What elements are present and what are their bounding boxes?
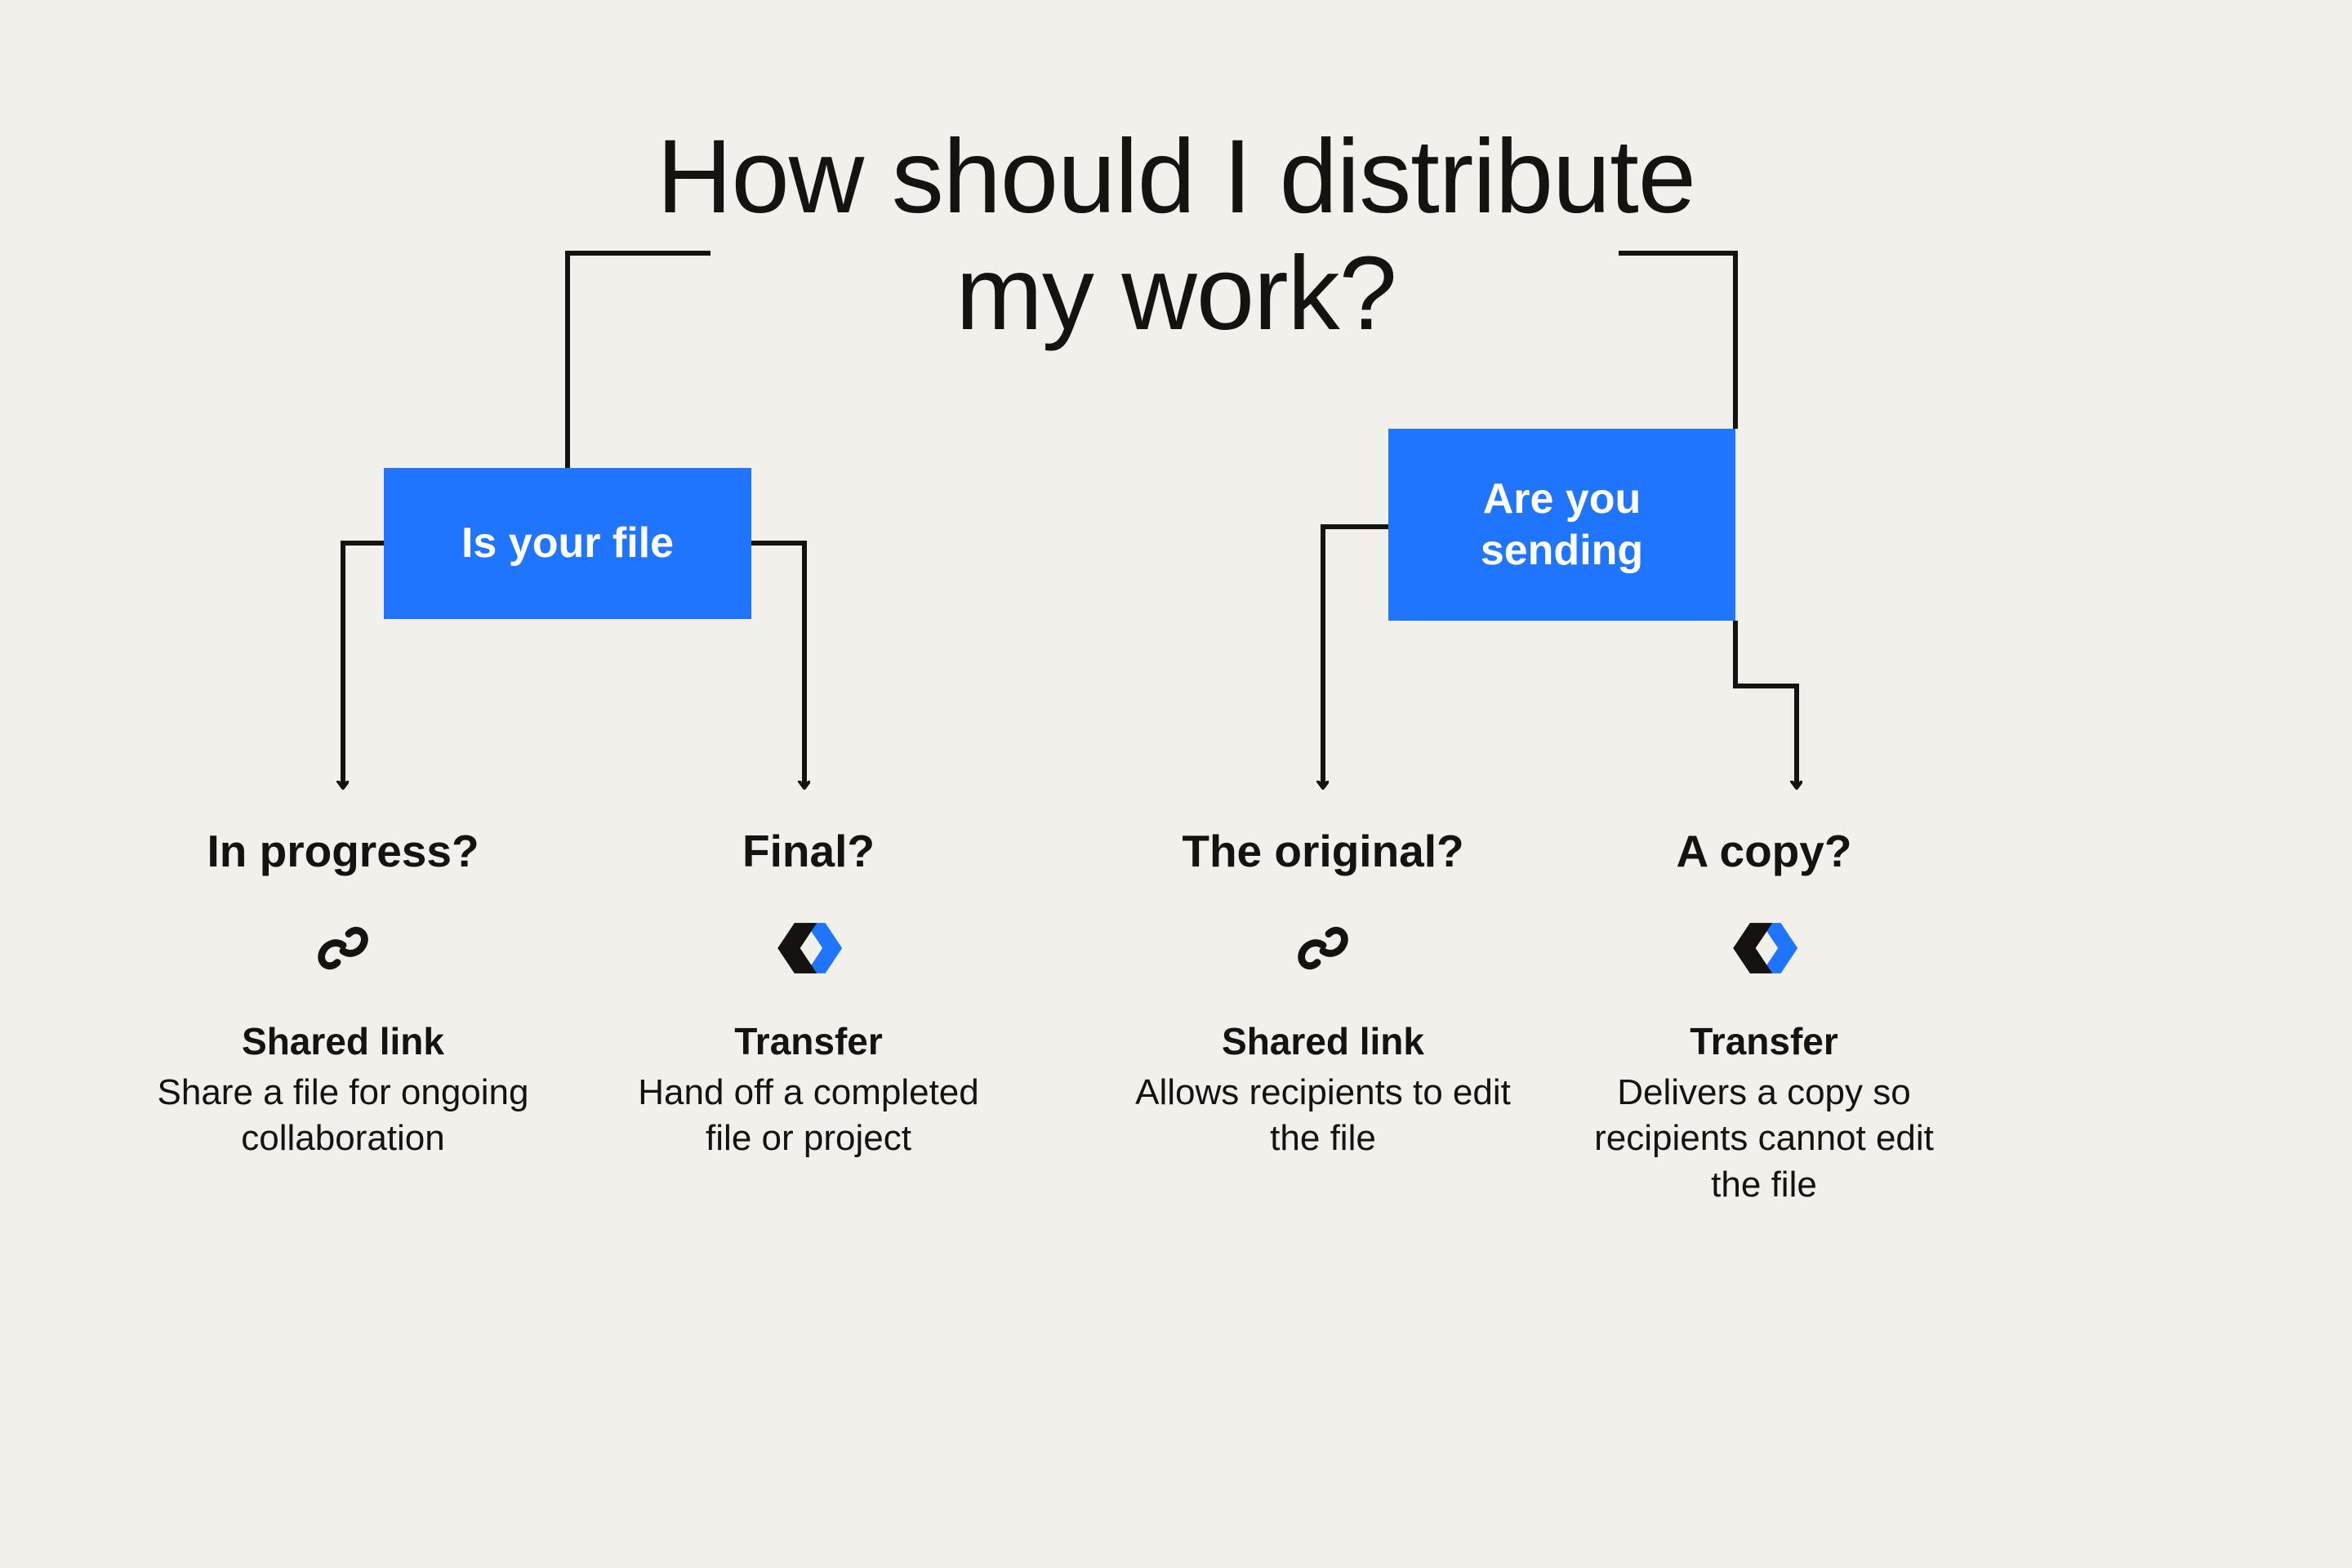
option-a-copy: A copy? Transfer Delivers a copy so reci…: [1576, 825, 1952, 1208]
option-desc: Allows recipients to edit the file: [1135, 1070, 1511, 1162]
option-the-original: The original? Shared link Allows recipie…: [1135, 825, 1511, 1162]
option-question: A copy?: [1576, 825, 1952, 877]
option-question: In progress?: [155, 825, 531, 877]
option-name: Transfer: [1576, 1019, 1952, 1063]
option-desc: Share a file for ongoing collaboration: [155, 1070, 531, 1162]
option-name: Shared link: [155, 1019, 531, 1063]
diagram-canvas: How should I distribute my work? Is your…: [0, 0, 2352, 1568]
option-question: Final?: [621, 825, 996, 877]
option-desc: Delivers a copy so recipients cannot edi…: [1576, 1070, 1952, 1208]
diagram-title: How should I distribute my work?: [604, 118, 1748, 353]
option-name: Transfer: [621, 1019, 996, 1063]
option-final: Final? Transfer Hand off a completed fil…: [621, 825, 996, 1162]
decision-are-you-sending: Are you sending: [1388, 429, 1735, 621]
option-name: Shared link: [1135, 1019, 1511, 1063]
decision-is-your-file: Is your file: [384, 468, 751, 619]
option-in-progress: In progress? Shared link Share a file fo…: [155, 825, 531, 1162]
link-icon: [1135, 911, 1511, 985]
option-question: The original?: [1135, 825, 1511, 877]
link-icon: [155, 911, 531, 985]
transfer-icon: [621, 911, 996, 985]
transfer-icon: [1576, 911, 1952, 985]
option-desc: Hand off a completed file or project: [621, 1070, 996, 1162]
